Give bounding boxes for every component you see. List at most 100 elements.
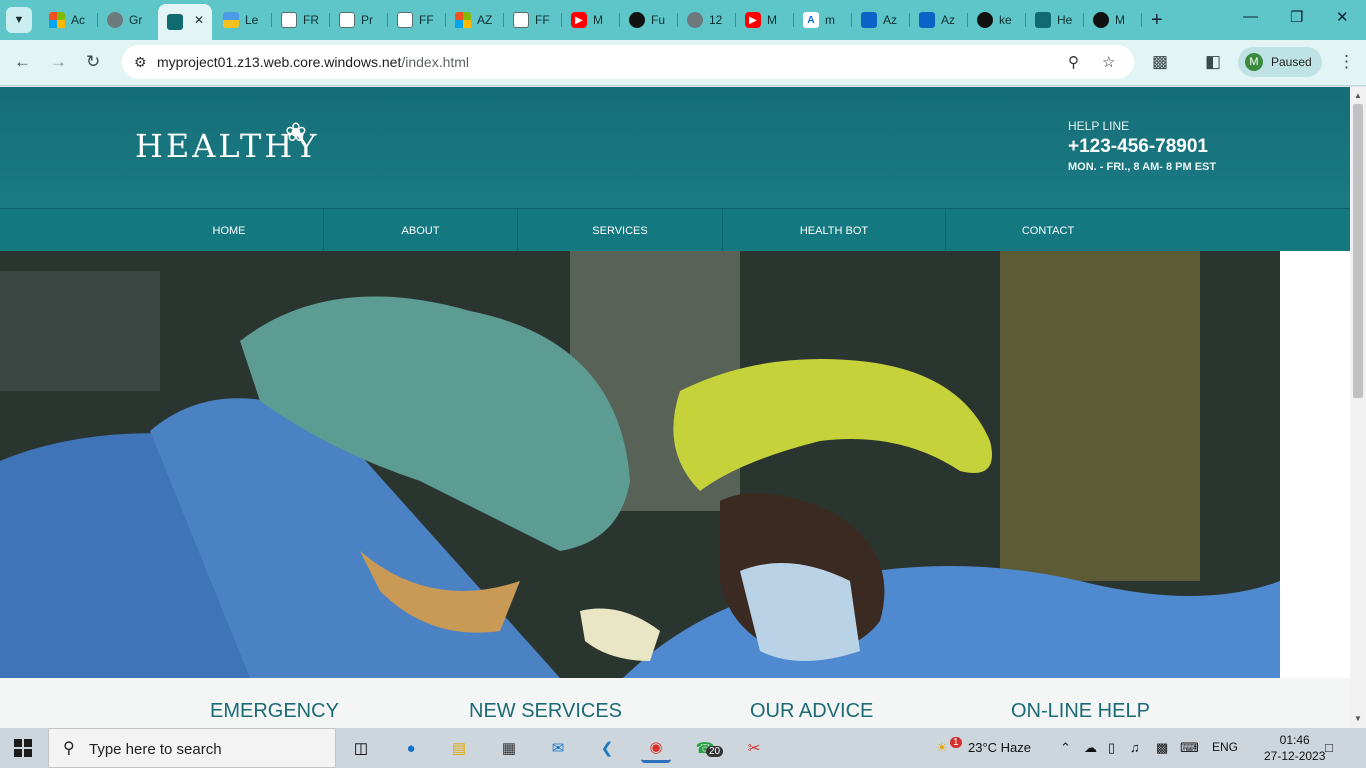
nav-contact[interactable]: CONTACT [946, 209, 1150, 252]
tab-9[interactable]: ▶ M [562, 6, 620, 34]
tab-17[interactable]: He [1026, 6, 1084, 34]
tab-7[interactable]: AZ [446, 6, 504, 34]
microsoft-icon [49, 12, 65, 28]
weather-icon[interactable]: ☀ [936, 740, 948, 756]
youtube-icon: ▶ [745, 12, 761, 28]
tab-title: AZ [477, 13, 493, 27]
tab-0[interactable]: Ac [40, 6, 98, 34]
tab-13[interactable]: Am [794, 6, 852, 34]
clock-time: 01:46 [1279, 733, 1310, 747]
weather-text[interactable]: 23°C Haze [968, 740, 1031, 755]
menu-kebab-icon[interactable]: ⋮ [1338, 52, 1355, 72]
tab-4[interactable]: FR [272, 6, 330, 34]
close-window-button[interactable]: ✕ [1336, 8, 1349, 26]
battery-icon[interactable]: ▯ [1108, 740, 1115, 756]
tab-3[interactable]: Le [214, 6, 272, 34]
task-view-icon[interactable]: ◫ [346, 733, 376, 763]
tab-title: Az [883, 13, 898, 27]
page-scrollbar[interactable]: ▲ ▼ [1350, 87, 1366, 728]
feature-emergency: EMERGENCY [210, 700, 339, 722]
network-icon[interactable]: ▩ [1156, 740, 1168, 756]
url-text[interactable]: myproject01.z13.web.core.windows.net/ind… [157, 54, 469, 70]
language-indicator[interactable]: ENG [1212, 740, 1238, 754]
scroll-down-icon[interactable]: ▼ [1354, 714, 1362, 723]
notifications-icon[interactable]: □ [1325, 740, 1333, 755]
tab-15[interactable]: Az [910, 6, 968, 34]
site-info-icon[interactable]: ⚙ [134, 54, 147, 71]
flag-icon [223, 12, 239, 28]
file-explorer-icon[interactable]: ▤ [444, 733, 474, 763]
volume-icon[interactable]: ♫ [1130, 740, 1140, 755]
taskbar-search-box[interactable]: ⚲ Type here to search [48, 728, 336, 768]
onedrive-icon[interactable]: ☁ [1084, 740, 1097, 756]
tab-8[interactable]: FF [504, 6, 562, 34]
profile-button[interactable]: M Paused [1238, 47, 1322, 77]
azure-blue-icon [861, 12, 877, 28]
new-tab-button[interactable]: + [1151, 9, 1163, 32]
clock[interactable]: 01:46 27-12-2023 [1264, 732, 1325, 764]
zoom-icon[interactable]: ⚲ [1068, 53, 1079, 71]
tab-1[interactable]: Gr [98, 6, 156, 34]
chrome-icon[interactable]: ◉ [641, 733, 671, 763]
vscode-icon[interactable]: ❮ [592, 733, 622, 763]
hero-side-gap [1280, 251, 1350, 678]
whatsapp-badge: 20 [706, 746, 724, 757]
nav-health-bot[interactable]: HEALTH BOT [723, 209, 945, 252]
minimize-button[interactable]: — [1243, 8, 1258, 25]
weather-badge: 1 [950, 737, 962, 748]
tab-2-active[interactable]: ✕ [158, 4, 212, 40]
back-button[interactable]: ← [14, 52, 31, 72]
keyboard-icon[interactable]: ⌨ [1180, 740, 1199, 756]
restore-button[interactable]: ❐ [1290, 8, 1303, 26]
windows-start-icon[interactable] [14, 739, 32, 757]
tab-search-button[interactable]: ▼ [6, 7, 32, 33]
scroll-thumb[interactable] [1353, 104, 1363, 398]
windows-taskbar: ⚲ Type here to search ◫ ● ▤ ▦ ✉ ❮ ◉ ☎ ✂ … [0, 728, 1366, 768]
tab-title: Le [245, 13, 259, 27]
scroll-up-icon[interactable]: ▲ [1354, 91, 1362, 100]
document-icon [281, 12, 297, 28]
site-header: HEALTHY ❀ HELP LINE +123-456-78901 MON. … [0, 87, 1350, 208]
nav-about[interactable]: ABOUT [324, 209, 517, 252]
search-placeholder: Type here to search [89, 741, 222, 758]
globe-icon [687, 12, 703, 28]
tab-title: Az [941, 13, 956, 27]
url-path: /index.html [401, 54, 470, 70]
mail-icon[interactable]: ✉ [543, 733, 573, 763]
reload-button[interactable]: ↻ [86, 52, 100, 72]
close-tab-icon[interactable]: ✕ [194, 13, 204, 27]
store-icon[interactable]: ▦ [494, 733, 524, 763]
feature-new-services: NEW SERVICES [469, 700, 622, 722]
tab-title: FR [303, 13, 319, 27]
address-bar[interactable]: ⚙ myproject01.z13.web.core.windows.net/i… [122, 45, 1134, 79]
tab-title: ke [999, 13, 1012, 27]
azure-icon: A [803, 12, 819, 28]
tab-11[interactable]: 12 [678, 6, 736, 34]
forward-button[interactable]: → [50, 52, 67, 72]
tab-title: M [767, 13, 777, 27]
github-icon [977, 12, 993, 28]
edge-icon[interactable]: ● [396, 733, 426, 763]
snipping-tool-icon[interactable]: ✂ [739, 733, 769, 763]
document-icon [339, 12, 355, 28]
document-icon [513, 12, 529, 28]
tab-6[interactable]: FF [388, 6, 446, 34]
bookmark-star-icon[interactable]: ☆ [1102, 53, 1115, 71]
tab-5[interactable]: Pr [330, 6, 388, 34]
nav-services[interactable]: SERVICES [518, 209, 722, 252]
tab-title: FF [535, 13, 550, 27]
url-domain: myproject01.z13.web.core.windows.net [157, 54, 402, 70]
tray-overflow-icon[interactable]: ⌃ [1060, 740, 1071, 756]
tab-12[interactable]: ▶ M [736, 6, 794, 34]
tab-16[interactable]: ke [968, 6, 1026, 34]
extensions-puzzle-icon[interactable]: ▩ [1152, 52, 1168, 72]
profile-status: Paused [1271, 55, 1312, 69]
tab-14[interactable]: Az [852, 6, 910, 34]
helpline-hours: MON. - FRI., 8 AM- 8 PM EST [1068, 161, 1217, 173]
nav-home[interactable]: HOME [135, 209, 323, 252]
side-panel-icon[interactable]: ◧ [1205, 52, 1221, 72]
feature-online-help: ON-LINE HELP [1011, 700, 1150, 722]
tab-title: He [1057, 13, 1073, 27]
tab-18[interactable]: M [1084, 6, 1142, 34]
tab-10[interactable]: Fu [620, 6, 678, 34]
